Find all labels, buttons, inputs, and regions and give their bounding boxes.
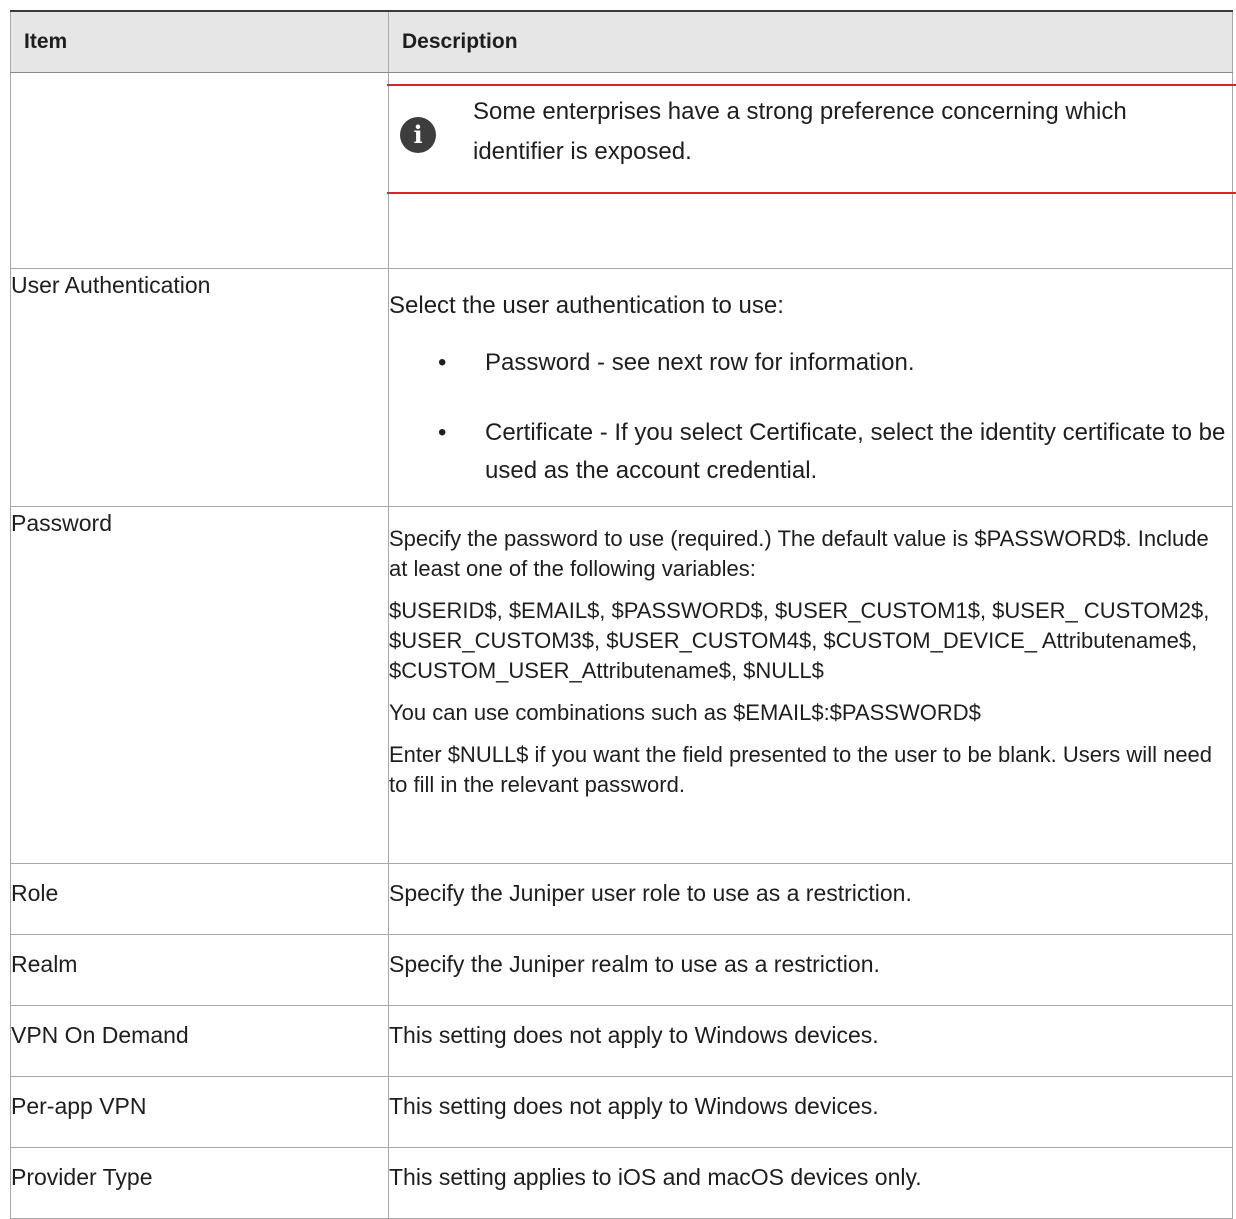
description-paragraph: Specify the password to use (required.) … (389, 526, 1209, 581)
description-cell: This setting does not apply to Windows d… (388, 1076, 1233, 1148)
description-paragraph: $USERID$, $EMAIL$, $PASSWORD$, $USER_CUS… (389, 598, 1210, 683)
table-header-row: Item Description (10, 10, 1233, 73)
item-cell: Role (10, 863, 389, 935)
item-cell: Realm (10, 934, 389, 1006)
bullet-list: • Password - see next row for informatio… (389, 344, 1232, 490)
note-callout: i Some enterprises have a strong prefere… (387, 84, 1236, 194)
description-paragraph: You can use combinations such as $EMAIL$… (389, 700, 981, 725)
column-header-item: Item (10, 10, 389, 73)
description-cell: Specify the Juniper user role to use as … (388, 863, 1233, 935)
item-cell: Per-app VPN (10, 1076, 389, 1148)
settings-table: Item Description i Some enterprises have… (10, 10, 1236, 1219)
table-row: VPN On Demand This setting does not appl… (10, 1005, 1233, 1077)
bullet-icon: • (438, 349, 447, 376)
description-intro: Select the user authentication to use: (389, 292, 784, 319)
note-text: Some enterprises have a strong preferenc… (473, 98, 1127, 165)
table-row: Provider Type This setting applies to iO… (10, 1147, 1233, 1219)
description-cell: Specify the password to use (required.) … (388, 506, 1233, 864)
item-cell: Password (10, 506, 389, 864)
table-row: Realm Specify the Juniper realm to use a… (10, 934, 1233, 1006)
column-header-description: Description (388, 10, 1233, 73)
description-cell: i Some enterprises have a strong prefere… (387, 72, 1236, 269)
list-item-text: Password - see next row for information. (485, 349, 915, 376)
list-item: • Certificate - If you select Certificat… (389, 414, 1232, 490)
table-row: Password Specify the password to use (re… (10, 506, 1233, 864)
table-row: User Authentication Select the user auth… (10, 268, 1233, 507)
description-cell: This setting applies to iOS and macOS de… (388, 1147, 1233, 1219)
table-row: Role Specify the Juniper user role to us… (10, 863, 1233, 935)
list-item: • Password - see next row for informatio… (389, 344, 1232, 382)
item-cell-empty (10, 72, 389, 269)
description-cell: Specify the Juniper realm to use as a re… (388, 934, 1233, 1006)
description-paragraph: Enter $NULL$ if you want the field prese… (389, 742, 1213, 797)
table-row: i Some enterprises have a strong prefere… (10, 72, 1236, 269)
list-item-text: Certificate - If you select Certificate,… (485, 419, 1226, 484)
description-cell: This setting does not apply to Windows d… (388, 1005, 1233, 1077)
item-cell: VPN On Demand (10, 1005, 389, 1077)
info-icon: i (400, 117, 436, 153)
description-cell: Select the user authentication to use: •… (388, 268, 1233, 507)
bullet-icon: • (438, 419, 447, 446)
table-row: Per-app VPN This setting does not apply … (10, 1076, 1233, 1148)
item-cell: Provider Type (10, 1147, 389, 1219)
item-cell: User Authentication (10, 268, 389, 507)
